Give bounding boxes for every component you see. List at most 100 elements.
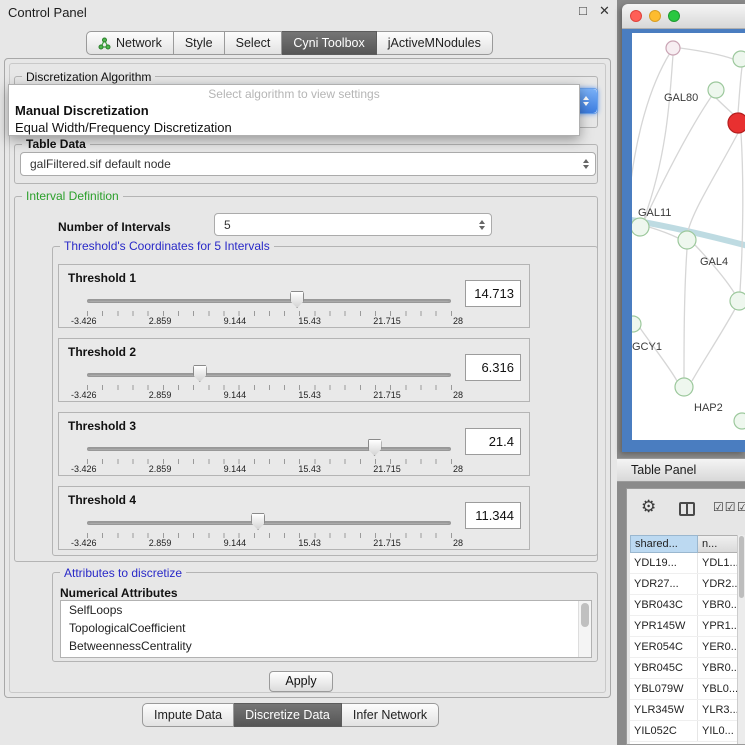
dropdown-option-equal-width[interactable]: Equal Width/Frequency Discretization xyxy=(9,119,579,136)
threshold-1-slider[interactable] xyxy=(87,291,451,311)
network-node[interactable] xyxy=(675,378,693,396)
scale-label: 15.43 xyxy=(298,390,321,400)
tab-network-label: Network xyxy=(116,36,162,50)
threshold-1-value-field[interactable]: 14.713 xyxy=(465,280,521,307)
tab-discretize-data-label: Discretize Data xyxy=(245,708,330,722)
network-node-selected[interactable] xyxy=(728,113,745,133)
slider-track[interactable] xyxy=(87,299,451,303)
threshold-2-slider[interactable] xyxy=(87,365,451,385)
column-header-shared-name[interactable]: shared... xyxy=(630,535,698,553)
scale-label: 21.715 xyxy=(373,390,401,400)
scale-label: 9.144 xyxy=(224,390,247,400)
tab-cyni-toolbox[interactable]: Cyni Toolbox xyxy=(282,31,376,55)
network-node[interactable] xyxy=(734,413,745,429)
scale-label: 9.144 xyxy=(224,538,247,548)
slider-track[interactable] xyxy=(87,447,451,451)
network-view-window: GAL80 GAL11 GAL4 GCY1 HAP2 xyxy=(622,4,745,452)
threshold-2-value-field[interactable]: 6.316 xyxy=(465,354,521,381)
table-row[interactable]: YIL052C YIL0... xyxy=(630,721,738,742)
slider-track[interactable] xyxy=(87,373,451,377)
float-window-icon[interactable]: □ xyxy=(579,3,587,18)
columns-icon[interactable] xyxy=(679,502,695,516)
slider-thumb[interactable] xyxy=(193,365,207,382)
tab-discretize-data[interactable]: Discretize Data xyxy=(234,703,342,727)
table-row[interactable]: YDL19... YDL1... xyxy=(630,553,738,574)
combobox-arrows-icon xyxy=(479,220,485,230)
network-node[interactable] xyxy=(666,41,680,55)
table-row[interactable]: YER054C YER0... xyxy=(630,637,738,658)
column-header-name[interactable]: n... xyxy=(698,535,738,553)
tab-style-label: Style xyxy=(185,36,213,50)
network-node[interactable] xyxy=(632,218,649,236)
network-node[interactable] xyxy=(730,292,745,310)
list-item[interactable]: TopologicalCoefficient xyxy=(61,619,591,637)
close-traffic-light-icon[interactable] xyxy=(630,10,642,22)
cell-shared-name: YBR045C xyxy=(630,658,698,678)
slider-scale: -3.426 2.859 9.144 15.43 21.715 28 xyxy=(71,538,463,548)
num-intervals-combobox[interactable]: 5 xyxy=(214,213,492,236)
tab-infer-network-label: Infer Network xyxy=(353,708,427,722)
zoom-traffic-light-icon[interactable] xyxy=(668,10,680,22)
num-intervals-label: Number of Intervals xyxy=(58,220,171,234)
threshold-4-value-field[interactable]: 11.344 xyxy=(465,502,521,529)
cell-name: YBR0... xyxy=(698,595,738,615)
table-row[interactable]: YPR145W YPR1... xyxy=(630,616,738,637)
table-row[interactable]: YBR045C YBR0... xyxy=(630,658,738,679)
list-item[interactable]: SelfLoops xyxy=(61,601,591,619)
tab-impute-data[interactable]: Impute Data xyxy=(142,703,234,727)
slider-thumb[interactable] xyxy=(290,291,304,308)
tab-select[interactable]: Select xyxy=(225,31,283,55)
slider-thumb[interactable] xyxy=(368,439,382,456)
select-all-columns-icon[interactable]: ☑☑ xyxy=(713,501,737,513)
threshold-4-slider[interactable] xyxy=(87,513,451,533)
scale-label: 21.715 xyxy=(373,464,401,474)
tab-jactivemnodules-label: jActiveMNodules xyxy=(388,36,481,50)
cell-shared-name: YBR043C xyxy=(630,595,698,615)
network-node[interactable] xyxy=(708,82,724,98)
network-canvas[interactable]: GAL80 GAL11 GAL4 GCY1 HAP2 xyxy=(632,33,745,440)
network-node[interactable] xyxy=(733,51,745,67)
close-icon[interactable]: ✕ xyxy=(599,3,610,19)
cell-shared-name: YPR145W xyxy=(630,616,698,636)
cell-name: YDR2... xyxy=(698,574,738,594)
table-row[interactable]: YBR043C YBR0... xyxy=(630,595,738,616)
gear-icon[interactable]: ⚙ xyxy=(641,498,656,515)
scale-label: 2.859 xyxy=(149,464,172,474)
network-node[interactable] xyxy=(632,316,641,332)
threshold-3-slider[interactable] xyxy=(87,439,451,459)
threshold-2-label: Threshold 2 xyxy=(68,345,136,359)
cell-name: YIL0... xyxy=(698,721,738,741)
num-intervals-value: 5 xyxy=(224,218,231,232)
scale-label: 9.144 xyxy=(224,316,247,326)
threshold-2-box: Threshold 2 -3.426 2.859 9.144 15.43 21.… xyxy=(58,338,530,402)
tab-network[interactable]: Network xyxy=(86,31,174,55)
node-label: GAL80 xyxy=(664,92,698,104)
slider-thumb[interactable] xyxy=(251,513,265,530)
scale-label: -3.426 xyxy=(71,538,97,548)
numerical-attributes-label: Numerical Attributes xyxy=(60,586,178,600)
threshold-3-value-field[interactable]: 21.4 xyxy=(465,428,521,455)
tab-style[interactable]: Style xyxy=(174,31,225,55)
network-node[interactable] xyxy=(678,231,696,249)
tab-infer-network[interactable]: Infer Network xyxy=(342,703,439,727)
apply-button[interactable]: Apply xyxy=(269,671,333,692)
minimize-traffic-light-icon[interactable] xyxy=(649,10,661,22)
cell-name: YBL0... xyxy=(698,679,738,699)
threshold-4-label: Threshold 4 xyxy=(68,493,136,507)
slider-track[interactable] xyxy=(87,521,451,525)
list-item[interactable]: BetweennessCentrality xyxy=(61,637,591,655)
table-row[interactable]: YDR27... YDR2... xyxy=(630,574,738,595)
select-columns-icon[interactable]: ☑☑ xyxy=(737,501,745,513)
attributes-scrollbar[interactable] xyxy=(578,601,591,657)
dropdown-option-manual[interactable]: Manual Discretization xyxy=(9,102,579,119)
network-graph: GAL80 GAL11 GAL4 GCY1 HAP2 xyxy=(632,33,745,440)
scale-label: 21.715 xyxy=(373,316,401,326)
combobox-arrows-icon xyxy=(583,159,589,169)
tab-jactivemnodules[interactable]: jActiveMNodules xyxy=(377,31,493,55)
table-data-combobox[interactable]: galFiltered.sif default node xyxy=(20,152,596,176)
table-row[interactable]: YBL079W YBL0... xyxy=(630,679,738,700)
table-row[interactable]: YLR345W YLR3... xyxy=(630,700,738,721)
tab-cyni-toolbox-label: Cyni Toolbox xyxy=(293,36,364,50)
scale-label: 28 xyxy=(453,316,463,326)
table-scrollbar[interactable] xyxy=(737,535,745,744)
